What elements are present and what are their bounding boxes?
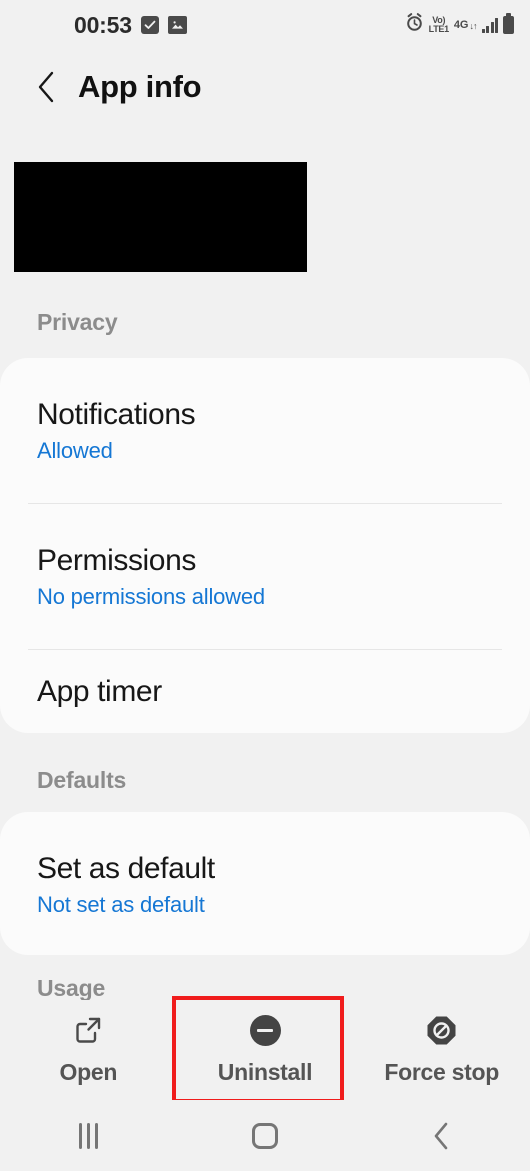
row-title: Permissions bbox=[37, 543, 196, 577]
signal-bars-icon bbox=[481, 17, 498, 33]
page-title: App info bbox=[78, 69, 202, 104]
privacy-settings-card: Notifications Allowed Permissions No per… bbox=[0, 358, 530, 733]
row-title: Set as default bbox=[37, 851, 215, 885]
volte-icon: Vo) LTE1 bbox=[428, 15, 449, 34]
bottom-action-bar: Open Uninstall Force stop bbox=[0, 1000, 530, 1100]
row-app-timer[interactable]: App timer bbox=[0, 650, 530, 735]
status-clock: 00:53 bbox=[74, 11, 132, 38]
status-bar-right: Vo) LTE1 4G ↓↑ bbox=[405, 0, 514, 50]
image-icon bbox=[167, 16, 187, 34]
redacted-app-header bbox=[14, 162, 307, 272]
row-title: Notifications bbox=[37, 397, 196, 431]
network-4g-icon: 4G ↓↑ bbox=[453, 18, 478, 31]
recents-icon[interactable] bbox=[0, 1100, 177, 1171]
action-label: Open bbox=[59, 1059, 118, 1085]
system-nav-bar bbox=[0, 1100, 530, 1171]
page-header: App info bbox=[0, 52, 530, 122]
status-bar-left: 00:53 bbox=[74, 12, 187, 39]
alarm-icon bbox=[405, 13, 424, 37]
block-octagon-icon bbox=[426, 1014, 457, 1046]
row-subtitle: Not set as default bbox=[37, 892, 205, 918]
defaults-settings-card: Set as default Not set as default bbox=[0, 812, 530, 955]
open-button[interactable]: Open bbox=[0, 1000, 177, 1100]
external-link-icon bbox=[73, 1014, 103, 1046]
status-bar: 00:53 Vo) LTE1 4G ↓↑ bbox=[0, 0, 530, 50]
row-permissions[interactable]: Permissions No permissions allowed bbox=[0, 504, 530, 649]
uninstall-button[interactable]: Uninstall bbox=[177, 1000, 354, 1100]
checkbox-checked-icon bbox=[140, 16, 159, 34]
action-label: Uninstall bbox=[217, 1059, 313, 1085]
action-label: Force stop bbox=[384, 1059, 499, 1085]
row-set-as-default[interactable]: Set as default Not set as default bbox=[0, 812, 530, 957]
force-stop-button[interactable]: Force stop bbox=[353, 1000, 530, 1100]
home-icon[interactable] bbox=[177, 1100, 354, 1171]
chevron-left-icon[interactable] bbox=[30, 67, 64, 107]
minus-circle-icon bbox=[249, 1014, 281, 1046]
row-title: App timer bbox=[37, 675, 162, 709]
row-subtitle: No permissions allowed bbox=[37, 584, 265, 610]
section-label-privacy: Privacy bbox=[37, 309, 118, 335]
battery-icon bbox=[503, 13, 514, 34]
app-info-screen: 00:53 Vo) LTE1 4G ↓↑ App info Privacy No… bbox=[0, 0, 530, 1171]
section-label-defaults: Defaults bbox=[37, 767, 127, 793]
row-subtitle: Allowed bbox=[37, 438, 113, 464]
row-notifications[interactable]: Notifications Allowed bbox=[0, 358, 530, 503]
section-label-usage: Usage bbox=[37, 975, 106, 1001]
nav-back-icon[interactable] bbox=[353, 1100, 530, 1171]
